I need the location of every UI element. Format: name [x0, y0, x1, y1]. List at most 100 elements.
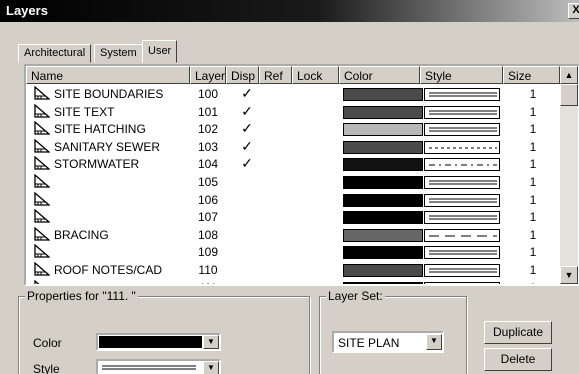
layer-style-swatch[interactable] — [424, 228, 500, 242]
tab-architectural[interactable]: Architectural — [18, 44, 92, 63]
column-header-style[interactable]: Style — [420, 66, 503, 84]
style-label: Style — [33, 362, 60, 374]
scroll-down-button[interactable]: ▼ — [560, 266, 578, 284]
layer-style-swatch[interactable] — [424, 105, 500, 119]
layer-number: 108 — [197, 227, 219, 242]
layer-style-swatch[interactable] — [424, 246, 500, 260]
layer-list-header: Name Layer Disp Ref Lock Color Style Siz… — [26, 66, 578, 84]
layer-style-swatch[interactable] — [424, 211, 500, 225]
display-check-icon[interactable]: ✓ — [239, 85, 255, 102]
layer-style-swatch[interactable] — [424, 264, 500, 277]
layer-name: BRACING — [54, 227, 109, 242]
table-row[interactable]: 105 1 — [26, 173, 560, 192]
layer-color-swatch[interactable] — [343, 123, 423, 137]
table-row[interactable]: 109 1 — [26, 243, 560, 262]
table-row[interactable]: SITE TEXT 101 ✓ 1 — [26, 103, 560, 122]
display-check-icon[interactable]: ✓ — [239, 138, 255, 155]
layer-size: 1 — [529, 245, 537, 260]
table-row[interactable]: SANITARY SEWER 103 ✓ 1 — [26, 138, 560, 157]
column-header-name[interactable]: Name — [26, 66, 190, 84]
column-header-layer[interactable]: Layer — [190, 66, 226, 84]
layer-color-swatch[interactable] — [343, 105, 423, 119]
style-swatch — [99, 362, 202, 374]
display-check-icon[interactable]: ✓ — [239, 155, 255, 172]
column-header-size[interactable]: Size — [503, 66, 560, 84]
layer-color-swatch[interactable] — [343, 264, 423, 277]
tab-system[interactable]: System — [94, 44, 143, 63]
chevron-down-icon[interactable]: ▼ — [426, 334, 442, 350]
layer-style-swatch[interactable] — [424, 88, 500, 101]
column-header-lock[interactable]: Lock — [292, 66, 339, 84]
table-row[interactable]: SITE HATCHING 102 ✓ 1 — [26, 120, 560, 139]
table-row[interactable]: ROOF NOTES/CAD 110 1 — [26, 261, 560, 280]
display-check-icon[interactable]: ✓ — [239, 103, 255, 120]
layer-style-swatch[interactable] — [424, 193, 500, 207]
layer-size: 1 — [529, 227, 537, 242]
layer-color-swatch[interactable] — [343, 211, 423, 225]
color-label: Color — [33, 336, 62, 350]
duplicate-button[interactable]: Duplicate — [484, 321, 552, 344]
close-button[interactable]: X — [568, 3, 579, 19]
column-header-color[interactable]: Color — [339, 66, 420, 84]
color-swatch — [99, 336, 202, 348]
table-row[interactable]: 1111 — [26, 279, 560, 284]
scroll-thumb[interactable] — [560, 84, 578, 106]
layer-size: 1 — [529, 122, 537, 137]
layer-style-swatch[interactable] — [424, 123, 500, 137]
layer-style-swatch[interactable] — [424, 281, 500, 284]
layer-color-swatch[interactable] — [343, 281, 423, 284]
chevron-down-icon[interactable]: ▼ — [203, 361, 219, 374]
layer-number: 110 — [198, 263, 218, 277]
layer-color-swatch[interactable] — [343, 228, 423, 242]
layer-number: 102 — [197, 122, 219, 137]
layer-icon — [34, 208, 51, 223]
layer-icon — [34, 120, 51, 135]
column-header-disp[interactable]: Disp — [226, 66, 259, 84]
layer-name: SANITARY SEWER — [54, 139, 161, 154]
layer-icon — [34, 155, 51, 171]
layer-number: 101 — [197, 104, 219, 119]
layer-style-swatch[interactable] — [424, 176, 500, 189]
table-row[interactable]: 106 1 — [26, 191, 560, 210]
layer-color-swatch[interactable] — [343, 88, 423, 101]
layer-icon — [34, 191, 51, 206]
layer-color-swatch[interactable] — [343, 158, 423, 172]
style-dropdown[interactable]: ▼ — [96, 359, 221, 374]
table-row[interactable]: BRACING 108 1 — [26, 226, 560, 245]
layer-number: 111 — [197, 281, 219, 284]
title-bar: Layers X — [0, 0, 579, 22]
layer-color-swatch[interactable] — [343, 246, 423, 260]
chevron-down-icon[interactable]: ▼ — [203, 335, 219, 349]
layer-size: 1 — [529, 157, 537, 172]
layer-icon — [34, 261, 51, 276]
layer-set-value: SITE PLAN — [338, 336, 400, 350]
layer-name: ROOF NOTES/CAD — [54, 263, 163, 277]
column-header-ref[interactable]: Ref — [259, 66, 292, 84]
layer-name: SITE HATCHING — [54, 122, 146, 137]
color-dropdown[interactable]: ▼ — [96, 333, 221, 351]
layer-icon — [34, 243, 51, 259]
layer-list[interactable]: Name Layer Disp Ref Lock Color Style Siz… — [24, 64, 579, 286]
layer-number: 103 — [197, 139, 219, 154]
table-row[interactable]: SITE BOUNDARIES 100 ✓ 1 — [26, 85, 560, 104]
table-row[interactable]: STORMWATER 104 ✓ 1 — [26, 155, 560, 174]
tab-user[interactable]: User — [142, 40, 178, 63]
layer-icon — [34, 173, 51, 188]
layer-color-swatch[interactable] — [343, 193, 423, 207]
delete-button[interactable]: Delete — [484, 348, 552, 371]
layer-set-dropdown[interactable]: SITE PLAN ▼ — [332, 331, 444, 353]
layer-style-swatch[interactable] — [424, 158, 500, 172]
table-row[interactable]: 107 1 — [26, 208, 560, 227]
layer-style-swatch[interactable] — [424, 140, 500, 154]
display-check-icon[interactable]: ✓ — [239, 120, 255, 137]
scroll-up-button[interactable]: ▲ — [560, 66, 578, 84]
layer-size: 1 — [529, 87, 537, 101]
layer-size: 1 — [526, 281, 540, 284]
layer-color-swatch[interactable] — [343, 176, 423, 189]
layer-icon — [34, 138, 51, 153]
vertical-scrollbar[interactable]: ▲ ▼ — [560, 66, 578, 284]
layer-number: 109 — [197, 245, 219, 260]
layer-rows: SITE BOUNDARIES 100 ✓ 1 SITE TEXT 101 ✓ 1 SITE H… — [26, 85, 560, 284]
layer-size: 1 — [529, 175, 537, 189]
layer-color-swatch[interactable] — [343, 140, 423, 154]
